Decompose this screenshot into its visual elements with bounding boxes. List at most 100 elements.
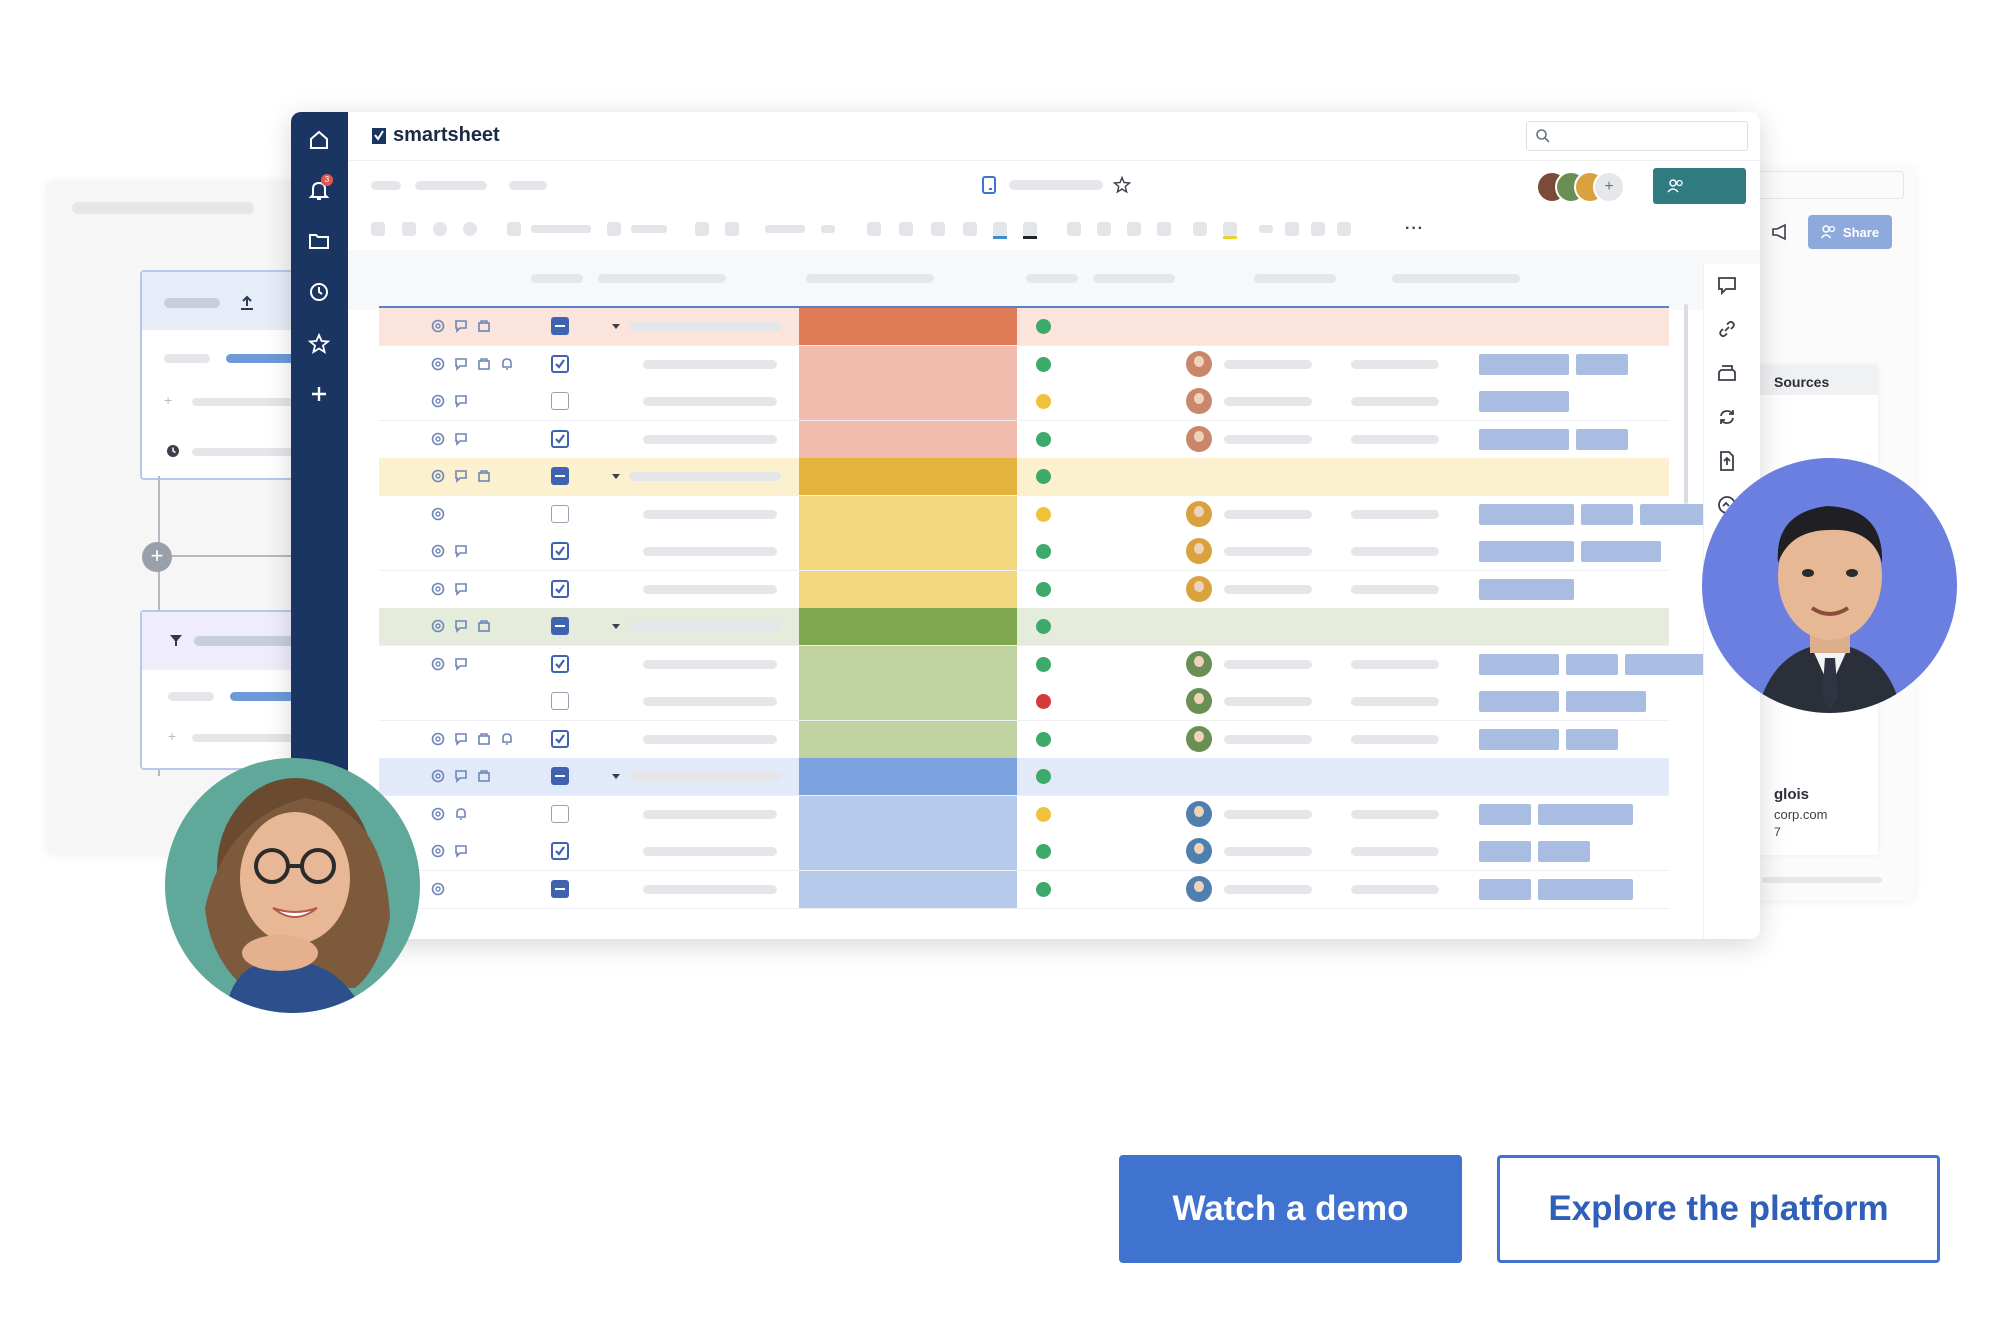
phase-color-cell[interactable]	[799, 420, 1017, 458]
toolbar-button[interactable]	[1193, 222, 1207, 236]
category-tag[interactable]	[1625, 653, 1705, 675]
row-action-icons[interactable]	[431, 882, 454, 896]
toolbar-button[interactable]	[695, 222, 709, 236]
assignee-avatar[interactable]	[1186, 650, 1212, 677]
phase-color-cell[interactable]	[799, 870, 1017, 908]
sync-icon[interactable]	[1714, 404, 1740, 430]
phase-color-cell[interactable]	[799, 308, 1017, 345]
assignee-avatar[interactable]	[1186, 388, 1212, 414]
status-indicator[interactable]	[1036, 656, 1051, 672]
share-button[interactable]: Share	[1808, 215, 1892, 249]
toolbar-dropdown[interactable]	[531, 225, 591, 233]
brand-logo[interactable]: smartsheet	[371, 124, 500, 147]
toolbar-button[interactable]	[1157, 222, 1171, 236]
status-indicator[interactable]	[1036, 431, 1051, 447]
category-tag[interactable]	[1479, 503, 1574, 525]
phase-color-cell[interactable]	[799, 458, 1017, 495]
toolbar-button[interactable]	[433, 222, 447, 236]
row-action-icons[interactable]	[431, 469, 500, 483]
toolbar-dropdown[interactable]	[821, 225, 835, 233]
toolbar-button[interactable]	[963, 222, 977, 236]
category-tag[interactable]	[1479, 841, 1531, 862]
phase-color-cell[interactable]	[799, 683, 1017, 720]
category-tag[interactable]	[1479, 691, 1559, 712]
explore-platform-button[interactable]: Explore the platform	[1497, 1155, 1940, 1263]
phase-color-cell[interactable]	[799, 795, 1017, 833]
category-tag[interactable]	[1566, 653, 1618, 675]
toolbar-button[interactable]	[1337, 222, 1351, 236]
comments-icon[interactable]	[1714, 272, 1740, 298]
category-tag[interactable]	[1479, 353, 1569, 375]
checkbox-checked[interactable]	[551, 654, 569, 673]
toolbar-dropdown[interactable]	[631, 225, 667, 233]
table-row[interactable]	[379, 420, 1669, 459]
status-indicator[interactable]	[1036, 394, 1051, 409]
sidebar-item-create[interactable]	[305, 380, 333, 408]
phase-color-cell[interactable]	[799, 645, 1017, 683]
row-action-icons[interactable]	[431, 432, 477, 446]
column-header[interactable]	[1392, 274, 1520, 283]
toolbar-button[interactable]	[1097, 222, 1111, 236]
checkbox-indeterminate[interactable]	[551, 467, 569, 485]
toolbar-button[interactable]	[371, 222, 385, 236]
table-row[interactable]	[379, 345, 1669, 384]
phase-color-cell[interactable]	[799, 833, 1017, 870]
row-action-icons[interactable]	[431, 844, 477, 858]
checkbox-checked[interactable]	[551, 579, 569, 598]
table-row[interactable]	[379, 495, 1720, 534]
column-header[interactable]	[598, 274, 726, 283]
table-row[interactable]	[379, 570, 1669, 609]
assignee-avatar[interactable]	[1186, 875, 1212, 902]
assignee-avatar[interactable]	[1186, 800, 1212, 827]
column-header[interactable]	[1093, 274, 1175, 283]
collapse-caret-icon[interactable]	[612, 324, 620, 329]
add-step-icon[interactable]: +	[142, 542, 172, 572]
table-row[interactable]	[379, 645, 1705, 684]
toolbar-button[interactable]	[507, 222, 521, 236]
fill-color-button[interactable]	[1023, 222, 1037, 236]
phase-color-cell[interactable]	[799, 720, 1017, 758]
more-options-icon[interactable]: ···	[1405, 220, 1424, 238]
category-tag[interactable]	[1538, 841, 1590, 862]
status-indicator[interactable]	[1036, 694, 1051, 709]
category-tag[interactable]	[1566, 691, 1646, 712]
group-row[interactable]	[379, 608, 1669, 646]
favorite-star-icon[interactable]	[1113, 176, 1131, 194]
checkbox-indeterminate[interactable]	[551, 617, 569, 635]
category-tag[interactable]	[1581, 503, 1633, 525]
row-action-icons[interactable]	[431, 619, 500, 633]
status-indicator[interactable]	[1036, 731, 1051, 747]
status-indicator[interactable]	[1036, 581, 1051, 597]
status-indicator[interactable]	[1036, 844, 1051, 859]
group-row[interactable]	[379, 458, 1669, 496]
toolbar-button[interactable]	[867, 222, 881, 236]
phase-color-cell[interactable]	[799, 345, 1017, 383]
share-sheet-button[interactable]	[1653, 168, 1746, 204]
table-row[interactable]	[379, 533, 1669, 571]
row-action-icons[interactable]	[431, 732, 523, 746]
checkbox-checked[interactable]	[551, 729, 569, 748]
category-tag[interactable]	[1479, 653, 1559, 675]
checkbox-checked[interactable]	[551, 542, 569, 560]
column-header[interactable]	[1026, 274, 1078, 283]
collapse-caret-icon[interactable]	[612, 624, 620, 629]
checkbox-empty[interactable]	[551, 504, 569, 523]
breadcrumb[interactable]	[509, 181, 547, 190]
phase-color-cell[interactable]	[799, 570, 1017, 608]
status-indicator[interactable]	[1036, 319, 1051, 334]
status-indicator[interactable]	[1036, 544, 1051, 559]
column-header[interactable]	[1254, 274, 1336, 283]
table-row[interactable]	[379, 683, 1669, 721]
toolbar-dropdown[interactable]	[765, 225, 805, 233]
group-row[interactable]	[379, 758, 1669, 796]
collapse-caret-icon[interactable]	[612, 774, 620, 779]
link-icon[interactable]	[1714, 316, 1740, 342]
assignee-avatar[interactable]	[1186, 425, 1212, 452]
category-tag[interactable]	[1576, 353, 1628, 375]
row-action-icons[interactable]	[431, 319, 500, 333]
table-row[interactable]	[379, 383, 1669, 421]
sidebar-item-browse[interactable]	[305, 227, 333, 255]
checkbox-checked[interactable]	[551, 429, 569, 448]
row-action-icons[interactable]	[431, 544, 477, 558]
phase-color-cell[interactable]	[799, 383, 1017, 420]
